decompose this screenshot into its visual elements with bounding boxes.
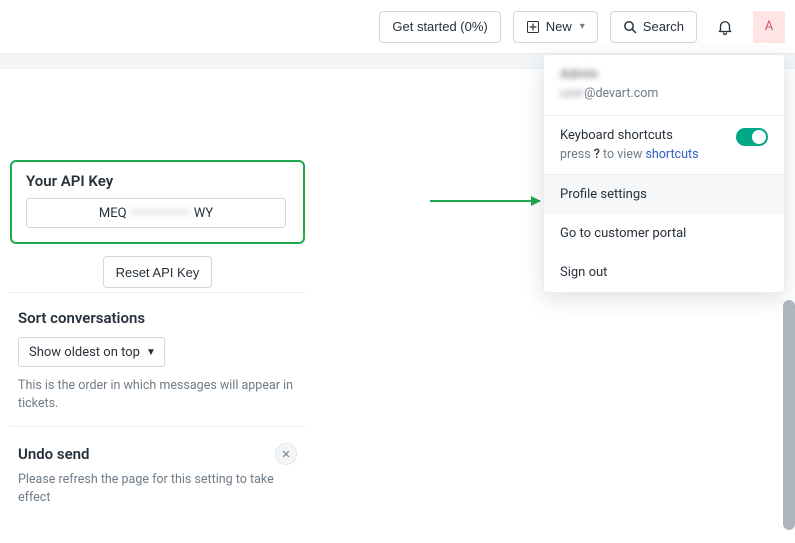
get-started-label: Get started (0%) bbox=[392, 19, 487, 34]
search-icon bbox=[623, 20, 637, 34]
menu-item-portal-label: Go to customer portal bbox=[560, 226, 686, 241]
plus-icon bbox=[526, 20, 540, 34]
undo-send-toggle[interactable]: ✕ bbox=[275, 443, 297, 465]
topbar: Get started (0%) New ▾ Search A bbox=[0, 0, 795, 54]
keyboard-shortcuts-label: Keyboard shortcuts bbox=[560, 128, 699, 143]
sort-title: Sort conversations bbox=[18, 309, 297, 327]
reset-api-key-label: Reset API Key bbox=[116, 265, 200, 280]
sort-select[interactable]: Show oldest on top ▼ bbox=[18, 337, 165, 367]
search-label: Search bbox=[643, 19, 684, 34]
undo-title: Undo send bbox=[18, 445, 90, 463]
reset-api-key-wrap: Reset API Key bbox=[10, 256, 305, 288]
shortcuts-link[interactable]: shortcuts bbox=[645, 147, 698, 162]
api-key-value: MEQ ••••••••••• WY bbox=[26, 198, 286, 228]
menu-item-customer-portal[interactable]: Go to customer portal bbox=[544, 214, 784, 253]
scrollbar[interactable] bbox=[783, 300, 795, 530]
notifications-button[interactable] bbox=[709, 11, 741, 43]
sort-selected: Show oldest on top bbox=[29, 345, 140, 360]
search-button[interactable]: Search bbox=[610, 11, 697, 43]
menu-item-profile-settings[interactable]: Profile settings bbox=[544, 175, 784, 214]
menu-item-sign-out[interactable]: Sign out bbox=[544, 253, 784, 292]
new-button[interactable]: New ▾ bbox=[513, 11, 598, 43]
api-key-card: Your API Key MEQ ••••••••••• WY bbox=[10, 160, 305, 244]
user-email: user@devart.com bbox=[560, 86, 768, 101]
user-menu: Admin user@devart.com Keyboard shortcuts… bbox=[543, 54, 785, 293]
menu-item-profile-label: Profile settings bbox=[560, 187, 647, 202]
menu-item-signout-label: Sign out bbox=[560, 265, 607, 280]
get-started-button[interactable]: Get started (0%) bbox=[379, 11, 500, 43]
ks-help-middle: to view bbox=[600, 147, 646, 162]
api-key-prefix: MEQ bbox=[99, 206, 127, 221]
reset-api-key-button[interactable]: Reset API Key bbox=[103, 256, 213, 288]
avatar[interactable]: A bbox=[753, 11, 785, 43]
keyboard-shortcuts-row: Keyboard shortcuts press ? to view short… bbox=[544, 116, 784, 174]
new-label: New bbox=[546, 19, 572, 34]
bell-icon bbox=[716, 18, 734, 36]
user-email-domain: @devart.com bbox=[584, 86, 658, 101]
chevron-down-icon: ▾ bbox=[580, 21, 585, 32]
sort-section: Sort conversations Show oldest on top ▼ … bbox=[10, 292, 305, 426]
user-email-hidden: user bbox=[560, 86, 584, 101]
keyboard-shortcuts-toggle[interactable] bbox=[736, 128, 768, 146]
caret-down-icon: ▼ bbox=[146, 347, 156, 358]
avatar-letter: A bbox=[765, 19, 773, 34]
undo-section: Undo send ✕ Please refresh the page for … bbox=[10, 426, 305, 520]
ks-help-prefix: press bbox=[560, 147, 594, 162]
api-key-suffix: WY bbox=[194, 206, 213, 221]
close-icon: ✕ bbox=[281, 448, 290, 461]
sort-help: This is the order in which messages will… bbox=[18, 377, 297, 412]
user-name: Admin bbox=[560, 67, 768, 82]
user-menu-header: Admin user@devart.com bbox=[544, 55, 784, 115]
api-key-hidden: ••••••••••• bbox=[131, 206, 190, 221]
callout-arrow bbox=[430, 200, 540, 202]
keyboard-shortcuts-help: press ? to view shortcuts bbox=[560, 147, 699, 162]
undo-help: Please refresh the page for this setting… bbox=[18, 471, 297, 506]
settings-panel: Your API Key MEQ ••••••••••• WY Reset AP… bbox=[10, 160, 305, 520]
api-key-title: Your API Key bbox=[26, 172, 289, 190]
